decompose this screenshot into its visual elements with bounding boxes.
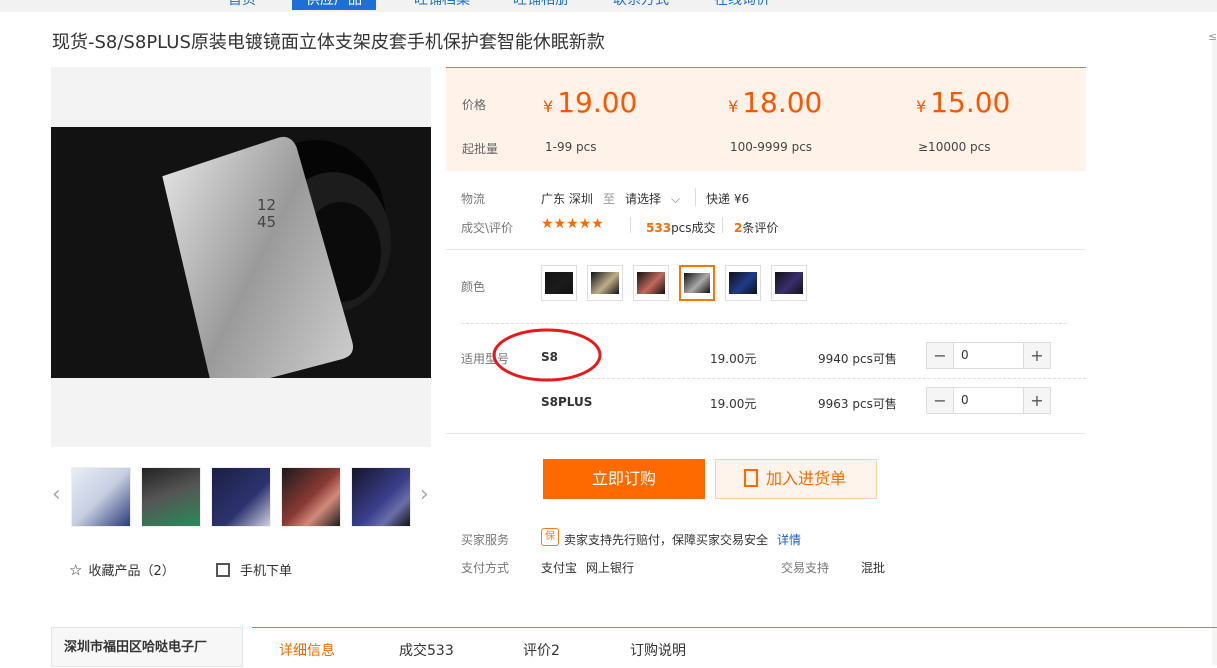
product-photo: 12 45 (51, 127, 431, 378)
swatch-image (591, 272, 619, 294)
color-swatch[interactable] (633, 265, 669, 301)
thumb-next-icon[interactable]: › (420, 482, 429, 507)
qty-tier-1: 1-99 pcs (545, 140, 597, 154)
tab-reviews[interactable]: 评价2 (523, 640, 560, 660)
rating-stars-icon: ★★★★★ (541, 216, 604, 232)
divider (446, 249, 1086, 250)
model-stock: 9940 pcs可售 (818, 352, 897, 366)
price-tier-1: ¥19.00 (543, 86, 638, 119)
tab-order-notes[interactable]: 订购说明 (630, 640, 686, 660)
trade-support-value: 混批 (861, 561, 886, 575)
swatch-image (637, 272, 665, 294)
payment-method: 网上银行 (586, 561, 635, 575)
sold-count: 533pcs成交 (646, 221, 716, 235)
chevron-down-icon: ⌵ (671, 192, 681, 206)
product-title: 现货-S8/S8PLUS原装电镀镜面立体支架皮套手机保护套智能休眠新款 (52, 32, 605, 53)
divider (630, 217, 631, 233)
nav-inquiry[interactable]: 在线询价 (714, 0, 770, 10)
nav-home[interactable]: 首页 (228, 0, 256, 10)
qty-label: 起批量 (462, 142, 499, 156)
nav-products[interactable]: 供应产品 (292, 0, 376, 10)
detail-link[interactable]: 详情 (777, 531, 801, 548)
tab-details[interactable]: 详细信息 (279, 640, 335, 660)
color-swatch[interactable] (679, 265, 715, 301)
divider (537, 378, 1086, 379)
price-tier-3: ¥15.00 (916, 86, 1011, 119)
shipping-fee: 快递 ¥6 (706, 192, 750, 206)
swatch-image (775, 272, 803, 294)
minus-icon[interactable]: − (927, 343, 954, 368)
destination-select[interactable]: 请选择 ⌵ (625, 190, 680, 207)
minus-icon[interactable]: − (927, 388, 954, 413)
nav-profile[interactable]: 旺铺档案 (414, 0, 470, 10)
quantity-stepper: − 0 + (926, 342, 1051, 369)
color-swatch[interactable] (725, 265, 761, 301)
phone-clock-hour: 12 (257, 196, 276, 214)
phone-case-illustration: 12 45 (51, 127, 431, 378)
clipboard-icon (744, 469, 758, 487)
deals-label: 成交\评价 (461, 221, 514, 235)
buy-now-button[interactable]: 立即订购 (543, 459, 705, 499)
highlight-circle-annotation (492, 328, 602, 382)
divider (446, 433, 1086, 434)
thumbnail-5[interactable] (351, 467, 411, 527)
tab-deals[interactable]: 成交533 (399, 640, 454, 660)
plus-icon[interactable]: + (1023, 388, 1050, 413)
quantity-stepper: − 0 + (926, 387, 1051, 414)
quantity-input[interactable]: 0 (961, 343, 969, 368)
qty-tier-3: ≥10000 pcs (918, 140, 991, 154)
scrollbar[interactable] (1212, 40, 1217, 665)
detail-tabs (252, 627, 1217, 667)
divider (722, 217, 723, 233)
payment-method: 支付宝 (541, 561, 578, 575)
model-price: 19.00元 (710, 352, 757, 366)
seller-service-label: 买家服务 (461, 533, 510, 547)
nav-contact[interactable]: 联系方式 (613, 0, 669, 10)
plus-icon[interactable]: + (1023, 343, 1050, 368)
logistics-label: 物流 (461, 192, 486, 206)
review-count[interactable]: 2条评价 (734, 219, 778, 236)
qrcode-icon (216, 563, 230, 577)
model-price: 19.00元 (710, 397, 757, 411)
payment-label: 支付方式 (461, 561, 510, 575)
divider (695, 188, 696, 206)
divider (461, 323, 1067, 324)
quantity-input[interactable]: 0 (961, 388, 969, 413)
price-box: 价格 起批量 ¥19.00 1-99 pcs ¥18.00 100-9999 p… (446, 67, 1086, 171)
shop-name[interactable]: 深圳市福田区哈哒电子厂 (51, 627, 243, 667)
shield-icon: 保 (541, 528, 559, 546)
star-outline-icon: ☆ (69, 561, 83, 579)
model-name-s8plus: S8PLUS (541, 395, 593, 409)
price-tier-2: ¥18.00 (728, 86, 823, 119)
top-nav: 首页 供应产品 旺铺档案 旺铺相册 联系方式 在线询价 (0, 0, 1217, 12)
logistics-to: 至 (603, 192, 616, 206)
color-label: 颜色 (461, 280, 486, 294)
trade-support-label: 交易支持 (781, 561, 830, 575)
phone-clock-min: 45 (257, 213, 276, 231)
mobile-order[interactable]: 手机下单 (216, 560, 292, 579)
thumbnail-2[interactable] (141, 467, 201, 527)
swatch-image (545, 272, 573, 294)
thumb-prev-icon[interactable]: ‹ (52, 482, 61, 507)
swatch-image (684, 273, 710, 293)
qty-tier-2: 100-9999 pcs (730, 140, 813, 154)
swatch-image (729, 272, 757, 294)
color-swatch[interactable] (771, 265, 807, 301)
add-to-cart-button[interactable]: 加入进货单 (715, 459, 877, 499)
thumbnail-4[interactable] (281, 467, 341, 527)
model-stock: 9963 pcs可售 (818, 397, 897, 411)
nav-album[interactable]: 旺铺相册 (513, 0, 569, 10)
favorite-product[interactable]: ☆ 收藏产品（2） (69, 560, 175, 579)
color-swatch[interactable] (587, 265, 623, 301)
thumbnail-1[interactable] (71, 467, 131, 527)
seller-service-text: 卖家支持先行赔付，保障买家交易安全 (564, 533, 769, 547)
thumbnail-3[interactable] (211, 467, 271, 527)
price-label: 价格 (462, 98, 487, 112)
main-product-image[interactable]: 12 45 (51, 67, 431, 447)
logistics-origin: 广东 深圳 (541, 192, 593, 206)
color-swatch[interactable] (541, 265, 577, 301)
